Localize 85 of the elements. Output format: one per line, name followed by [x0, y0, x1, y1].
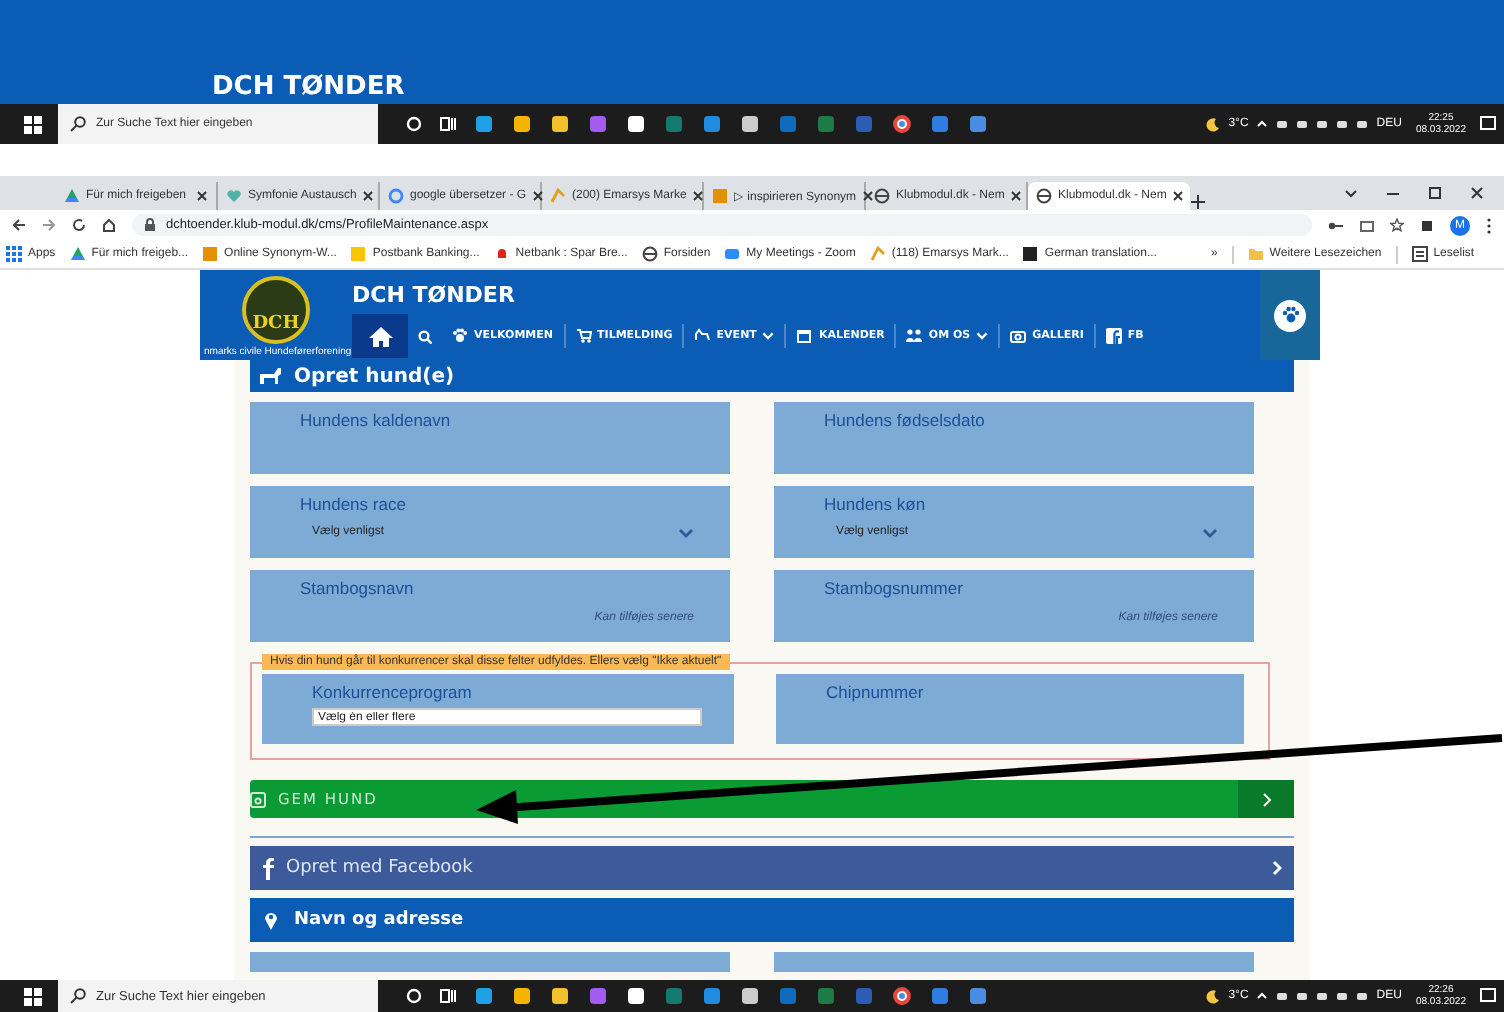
- home-button[interactable]: [352, 314, 408, 358]
- facebook-icon: [262, 857, 274, 879]
- globe-icon: [874, 188, 890, 204]
- square-icon: [712, 188, 728, 204]
- home-icon: [367, 325, 393, 347]
- moon-icon: [1206, 117, 1221, 131]
- square-icon: [350, 246, 367, 262]
- cortana-icon[interactable]: [406, 988, 422, 1004]
- cart-icon: [575, 328, 592, 344]
- circle-icon: [388, 188, 404, 204]
- search-icon: [70, 988, 86, 1004]
- paw-icon: [452, 328, 468, 344]
- club-logo: DCH: [242, 276, 310, 344]
- task-view-icon[interactable]: [440, 988, 456, 1004]
- windows-icon[interactable]: [24, 987, 42, 1005]
- drive-icon: [64, 188, 80, 204]
- close-icon[interactable]: [1172, 190, 1185, 202]
- windows-icon[interactable]: [24, 115, 42, 133]
- field-label: Konkurrenceprogram: [312, 682, 472, 702]
- field-label: Hundens race: [300, 494, 406, 514]
- folder-icon: [1247, 246, 1264, 262]
- map-pin-icon: [264, 910, 278, 930]
- field-label: Chipnummer: [826, 682, 924, 702]
- field-label: Hundens kaldenavn: [300, 410, 451, 430]
- maximize-icon[interactable]: [1428, 186, 1442, 200]
- facebook-icon: [1105, 328, 1122, 344]
- share-icon[interactable]: [1360, 218, 1374, 232]
- drive-icon: [69, 246, 86, 262]
- search-icon[interactable]: [418, 329, 432, 343]
- lock-icon: [144, 218, 156, 232]
- task-view-icon[interactable]: [440, 116, 456, 132]
- back-arrow-icon[interactable]: [12, 218, 26, 232]
- calendar-icon: [796, 328, 813, 344]
- heart-icon: [226, 188, 242, 204]
- save-icon: [250, 791, 266, 807]
- site-title: DCH TØNDER: [352, 280, 515, 312]
- spark-icon: [550, 188, 566, 204]
- key-icon[interactable]: [1328, 219, 1344, 231]
- close-icon[interactable]: [196, 190, 208, 202]
- site-title: DCH TØNDER: [210, 70, 405, 102]
- menu-icon[interactable]: [1486, 217, 1492, 233]
- chevron-right-icon: [1272, 860, 1282, 876]
- forward-arrow-icon[interactable]: [42, 218, 56, 232]
- caret-up-icon[interactable]: [1256, 118, 1269, 130]
- list-icon: [1411, 246, 1428, 262]
- close-icon[interactable]: [532, 190, 545, 202]
- close-icon[interactable]: [1470, 186, 1484, 200]
- home-icon[interactable]: [102, 218, 116, 232]
- facebook-button[interactable]: Opret med Facebook: [250, 846, 1294, 890]
- caret-up-icon[interactable]: [1256, 990, 1269, 1002]
- spark-icon: [869, 246, 886, 262]
- field-label: Stambogsnummer: [824, 578, 963, 598]
- chevron-down-icon: [1202, 527, 1218, 537]
- field-label: Hundens fødselsdato: [824, 410, 985, 430]
- globe-icon: [641, 246, 658, 262]
- bell-icon: [493, 246, 510, 262]
- reload-icon[interactable]: [72, 218, 86, 232]
- chevron-down-icon: [678, 527, 694, 537]
- square-icon: [202, 246, 219, 262]
- star-icon[interactable]: [1390, 218, 1404, 232]
- paw-button[interactable]: [1274, 299, 1306, 331]
- paw-icon: [1281, 306, 1299, 324]
- close-icon[interactable]: [862, 190, 875, 202]
- chevron-right-icon: [1261, 791, 1271, 807]
- apps-icon: [6, 246, 22, 262]
- close-icon[interactable]: [1010, 190, 1023, 202]
- camera-icon: [724, 246, 741, 262]
- section-title: Opret hund(e): [294, 365, 455, 387]
- chevron-down-icon[interactable]: [1344, 186, 1358, 200]
- camera-icon: [1010, 328, 1027, 344]
- close-icon[interactable]: [692, 190, 705, 202]
- search-icon: [70, 116, 86, 132]
- moon-icon: [1206, 989, 1221, 1003]
- cortana-icon[interactable]: [406, 116, 422, 132]
- notification-icon[interactable]: [1480, 116, 1496, 132]
- globe-icon: [1036, 188, 1052, 204]
- plus-icon[interactable]: [1190, 194, 1206, 210]
- field-label: Hundens køn: [824, 494, 926, 514]
- square-icon: [1022, 246, 1039, 262]
- people-icon: [906, 328, 923, 344]
- close-icon[interactable]: [362, 190, 375, 202]
- notification-icon[interactable]: [1480, 988, 1496, 1004]
- field-label: Stambogsnavn: [300, 578, 414, 598]
- section-title: Navn og adresse: [294, 910, 464, 930]
- puzzle-icon[interactable]: [1420, 218, 1434, 232]
